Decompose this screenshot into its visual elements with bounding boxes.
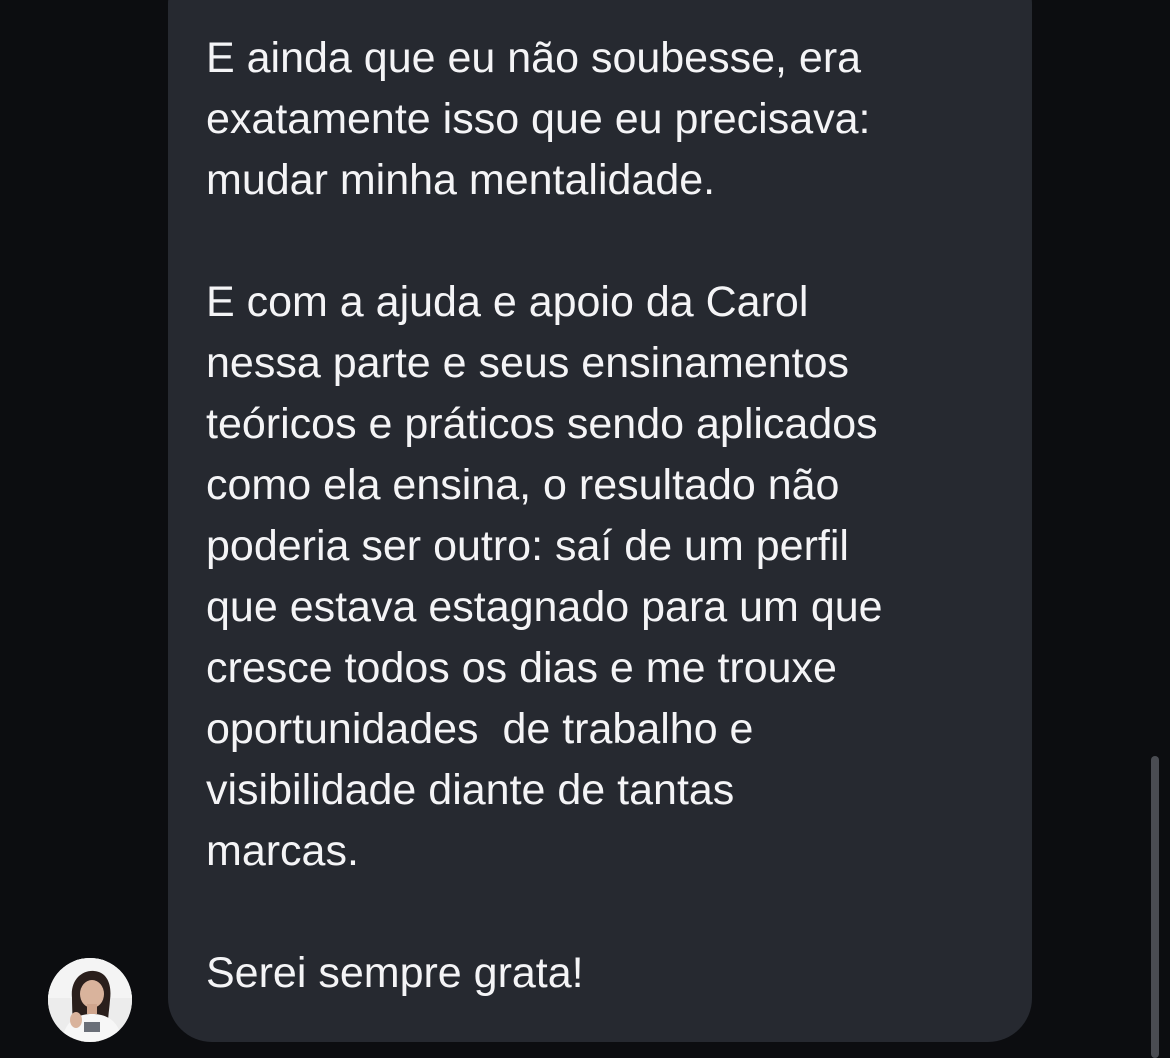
message-line: teóricos e práticos sendo aplicados (206, 400, 878, 448)
message-line: que estava estagnado para um que (206, 583, 883, 631)
message-line: E com a ajuda e apoio da Carol (206, 278, 809, 326)
message-paragraph-1: E ainda que eu não soubesse, era exatame… (206, 28, 992, 211)
received-message-bubble[interactable]: E ainda que eu não soubesse, era exatame… (168, 0, 1032, 1042)
avatar-photo-icon (48, 958, 132, 1042)
message-line: mudar minha mentalidade. (206, 156, 716, 204)
message-paragraph-2: E com a ajuda e apoio da Carol nessa par… (206, 272, 992, 882)
message-line: oportunidades de trabalho e (206, 705, 754, 753)
message-line: cresce todos os dias e me trouxe (206, 644, 837, 692)
message-line: nessa parte e seus ensinamentos (206, 339, 850, 387)
message-line: poderia ser outro: saí de um perfil (206, 522, 849, 570)
chat-thread[interactable]: E ainda que eu não soubesse, era exatame… (0, 0, 1170, 1058)
message-line: visibilidade diante de tantas (206, 766, 735, 814)
message-line: como ela ensina, o resultado não (206, 461, 840, 509)
message-line: marcas. (206, 827, 359, 875)
message-line: Serei sempre grata! (206, 949, 584, 997)
scrollbar-thumb[interactable] (1151, 756, 1159, 1058)
message-line: E ainda que eu não soubesse, era (206, 34, 862, 82)
message-paragraph-3: Serei sempre grata! (206, 943, 992, 1004)
sender-avatar[interactable] (48, 958, 132, 1042)
message-line: exatamente isso que eu precisava: (206, 95, 871, 143)
